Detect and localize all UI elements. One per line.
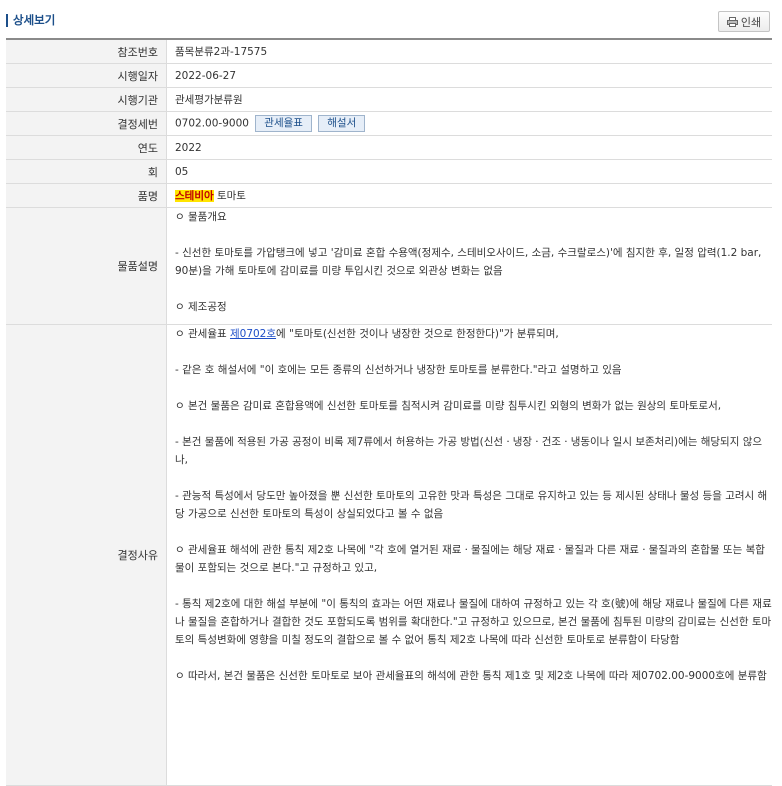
date-value: 2022-06-27 xyxy=(166,63,772,88)
ref-no-value: 품목분류2과-17575 xyxy=(166,39,772,64)
heading-0702-link[interactable]: 제0702호 xyxy=(230,328,276,340)
reason-p2: - 같은 호 해설서에 "이 호에는 모든 종류의 신선하거나 냉장한 토마토를… xyxy=(175,364,622,376)
row-description: 물품설명 ㅇ 물품개요 - 신선한 토마토를 가압탱크에 넣고 '감미료 혼합 … xyxy=(6,207,772,325)
row-round: 회 05 xyxy=(6,159,772,184)
printer-icon xyxy=(726,16,738,27)
reason-p7: - 통칙 제2호에 대한 해설 부분에 "이 통칙의 효과는 어떤 재료나 물질… xyxy=(175,598,772,646)
hs-code-value: 0702.00-9000 xyxy=(175,117,249,130)
item-name-rest: 토마토 xyxy=(213,190,246,202)
row-ref-no: 참조번호 품목분류2과-17575 xyxy=(6,39,772,64)
ref-no-label: 참조번호 xyxy=(6,39,167,64)
row-item-name: 품명 스테비아 토마토 xyxy=(6,183,772,208)
row-reason: 결정사유 ㅇ 관세율표 제0702호에 "토마토(신선한 것이나 냉장한 것으로… xyxy=(6,324,772,786)
page-title: 상세보기 xyxy=(6,14,55,27)
print-label: 인쇄 xyxy=(740,15,762,29)
row-hs-code: 결정세번 0702.00-9000 관세율표 해설서 xyxy=(6,111,772,136)
top-bar: 상세보기 인쇄 xyxy=(0,0,782,38)
search-highlight: 스테비아 xyxy=(175,190,214,202)
reason-p3: ㅇ 본건 물품은 감미료 혼합용액에 신선한 토마토를 침적시켜 감미료를 미량… xyxy=(175,400,722,412)
hs-code-label: 결정세번 xyxy=(6,111,167,136)
row-date: 시행일자 2022-06-27 xyxy=(6,63,772,88)
description-p1: ㅇ 물품개요 xyxy=(175,211,227,223)
reason-p5: - 관능적 특성에서 당도만 높아졌을 뿐 신선한 토마토의 고유한 맛과 특성… xyxy=(175,490,768,520)
row-agency: 시행기관 관세평가분류원 xyxy=(6,87,772,112)
year-value: 2022 xyxy=(166,135,772,160)
item-name-label: 품명 xyxy=(6,183,167,208)
tariff-schedule-button[interactable]: 관세율표 xyxy=(255,115,312,132)
description-p3: ㅇ 제조공정 xyxy=(175,301,227,313)
year-label: 연도 xyxy=(6,135,167,160)
reason-p4: - 본건 물품에 적용된 가공 공정이 비록 제7류에서 허용하는 가공 방법(… xyxy=(175,436,763,466)
round-label: 회 xyxy=(6,159,167,184)
reason-p8: ㅇ 따라서, 본건 물품은 신선한 토마토로 보아 관세율표의 해석에 관한 통… xyxy=(175,670,767,682)
description-p2: - 신선한 토마토를 가압탱크에 넣고 '감미료 혼합 수용액(정제수, 스테비… xyxy=(175,247,762,277)
agency-value: 관세평가분류원 xyxy=(166,87,772,112)
description-cell: ㅇ 물품개요 - 신선한 토마토를 가압탱크에 넣고 '감미료 혼합 수용액(정… xyxy=(166,207,772,325)
agency-label: 시행기관 xyxy=(6,87,167,112)
row-year: 연도 2022 xyxy=(6,135,772,160)
explanatory-notes-button[interactable]: 해설서 xyxy=(318,115,366,132)
reason-cell: ㅇ 관세율표 제0702호에 "토마토(신선한 것이나 냉장한 것으로 한정한다… xyxy=(166,324,772,786)
detail-table: 참조번호 품목분류2과-17575 시행일자 2022-06-27 시행기관 관… xyxy=(6,38,772,786)
print-button[interactable]: 인쇄 xyxy=(718,11,770,32)
reason-p1: ㅇ 관세율표 제0702호에 "토마토(신선한 것이나 냉장한 것으로 한정한다… xyxy=(175,328,559,340)
reason-p6: ㅇ 관세율표 해석에 관한 통칙 제2호 나목에 "각 호에 열거된 재료ㆍ물질… xyxy=(175,544,765,574)
description-label: 물품설명 xyxy=(6,207,167,325)
item-name-cell: 스테비아 토마토 xyxy=(166,183,772,208)
round-value: 05 xyxy=(166,159,772,184)
hs-code-cell: 0702.00-9000 관세율표 해설서 xyxy=(166,111,772,136)
date-label: 시행일자 xyxy=(6,63,167,88)
reason-label: 결정사유 xyxy=(6,324,167,786)
